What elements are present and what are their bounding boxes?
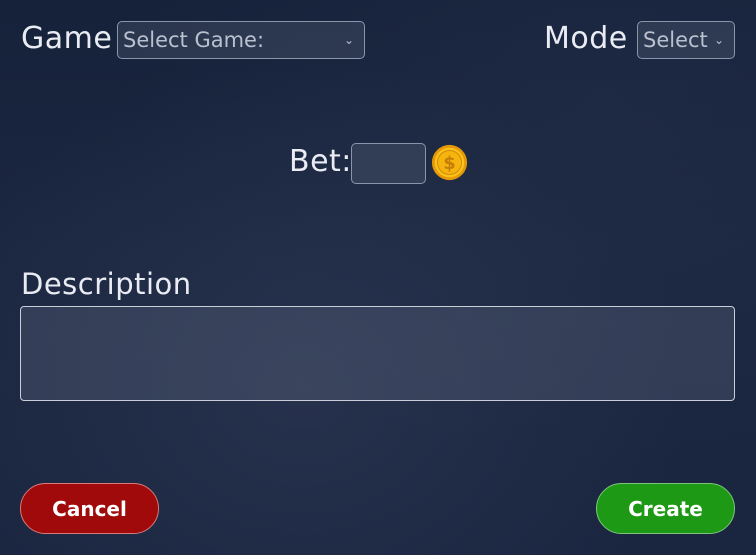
game-select[interactable]: Select Game: ⌄ bbox=[117, 21, 365, 59]
description-textarea[interactable] bbox=[20, 306, 735, 401]
bet-input[interactable] bbox=[351, 143, 426, 184]
description-label: Description bbox=[21, 267, 192, 301]
game-label: Game bbox=[21, 21, 113, 56]
bet-label: Bet: bbox=[289, 144, 352, 179]
game-select-value: Select Game: bbox=[123, 28, 265, 52]
chevron-down-icon: ⌄ bbox=[343, 33, 354, 47]
mode-select[interactable]: Select ⌄ bbox=[637, 21, 735, 59]
create-button[interactable]: Create bbox=[596, 483, 735, 534]
mode-label: Mode bbox=[544, 21, 628, 56]
cancel-button[interactable]: Cancel bbox=[20, 483, 159, 534]
coin-icon: $ bbox=[431, 144, 468, 181]
mode-select-value: Select bbox=[643, 28, 708, 52]
svg-text:$: $ bbox=[443, 154, 455, 174]
chevron-down-icon: ⌄ bbox=[713, 33, 724, 47]
